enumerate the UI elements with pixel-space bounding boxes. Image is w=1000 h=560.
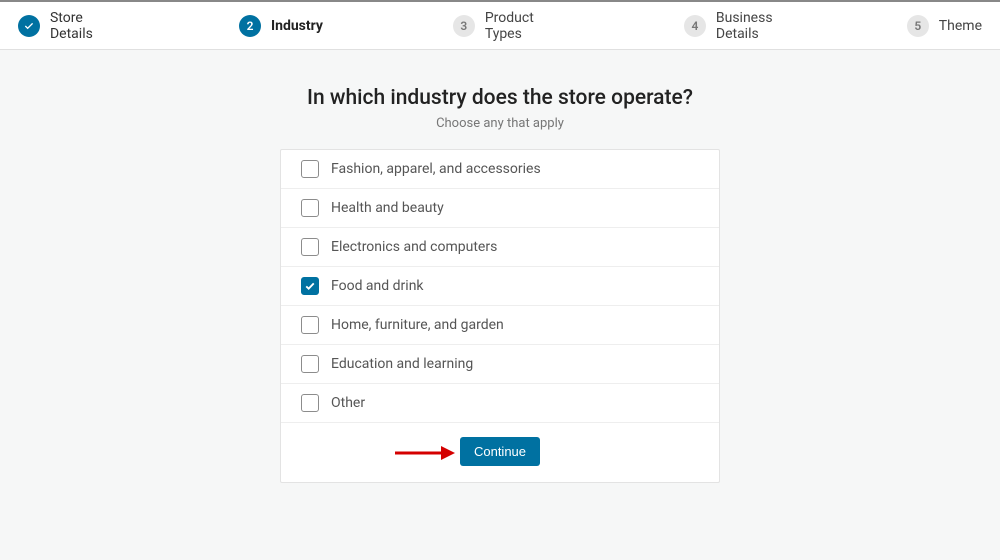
step-label: Product Types [485, 10, 574, 42]
arrow-annotation-icon [393, 444, 457, 462]
industry-options-card: Fashion, apparel, and accessories Health… [280, 149, 720, 483]
option-electronics[interactable]: Electronics and computers [281, 228, 719, 267]
continue-button[interactable]: Continue [460, 437, 540, 466]
step-number-icon: 2 [239, 15, 261, 37]
checkbox-icon[interactable] [301, 160, 319, 178]
step-number-icon: 3 [453, 15, 475, 37]
step-number-icon: 4 [684, 15, 706, 37]
step-label: Industry [271, 18, 323, 34]
option-label: Health and beauty [331, 200, 444, 216]
option-other[interactable]: Other [281, 384, 719, 423]
checkbox-checked-icon[interactable] [301, 277, 319, 295]
option-label: Electronics and computers [331, 239, 497, 255]
step-label: Theme [939, 18, 982, 34]
option-label: Food and drink [331, 278, 424, 294]
step-number-icon: 5 [907, 15, 929, 37]
page-title: In which industry does the store operate… [307, 86, 693, 110]
main-content: In which industry does the store operate… [0, 50, 1000, 483]
option-label: Education and learning [331, 356, 473, 372]
option-home-garden[interactable]: Home, furniture, and garden [281, 306, 719, 345]
step-product-types[interactable]: 3 Product Types [453, 10, 574, 42]
checkbox-icon[interactable] [301, 355, 319, 373]
check-icon [18, 15, 40, 37]
step-industry[interactable]: 2 Industry [239, 15, 323, 37]
step-theme[interactable]: 5 Theme [907, 15, 982, 37]
checkbox-icon[interactable] [301, 199, 319, 217]
checkbox-icon[interactable] [301, 316, 319, 334]
checkbox-icon[interactable] [301, 394, 319, 412]
step-store-details[interactable]: Store Details [18, 10, 129, 42]
option-education[interactable]: Education and learning [281, 345, 719, 384]
step-label: Store Details [50, 10, 129, 42]
step-label: Business Details [716, 10, 819, 42]
page-subtitle: Choose any that apply [436, 116, 564, 131]
option-health-beauty[interactable]: Health and beauty [281, 189, 719, 228]
option-label: Fashion, apparel, and accessories [331, 161, 541, 177]
option-food-drink[interactable]: Food and drink [281, 267, 719, 306]
checkbox-icon[interactable] [301, 238, 319, 256]
option-fashion[interactable]: Fashion, apparel, and accessories [281, 150, 719, 189]
wizard-stepper: Store Details 2 Industry 3 Product Types… [0, 0, 1000, 50]
card-footer: Continue [281, 423, 719, 482]
step-business-details[interactable]: 4 Business Details [684, 10, 819, 42]
option-label: Home, furniture, and garden [331, 317, 504, 333]
option-label: Other [331, 395, 365, 411]
